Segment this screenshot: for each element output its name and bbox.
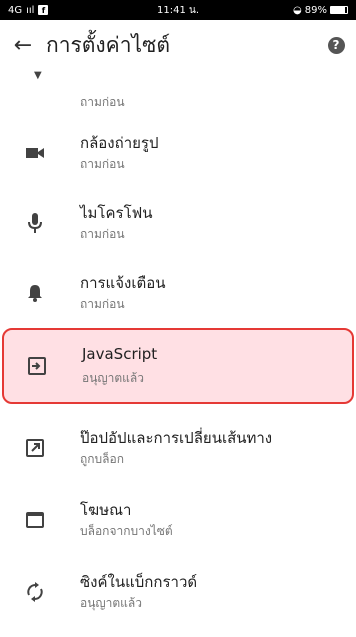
- status-time: 11:41 น.: [156, 4, 199, 16]
- list-item-label: JavaScript: [82, 345, 158, 363]
- list-item-sub: ถามก่อน: [80, 157, 125, 171]
- facebook-notification-icon: f: [38, 5, 49, 15]
- microphone-icon: [24, 212, 46, 234]
- signal-icon: ııl: [26, 4, 35, 16]
- ads-icon: [24, 509, 46, 531]
- wifi-icon: ◒: [293, 4, 302, 16]
- back-arrow-icon[interactable]: ←: [0, 20, 46, 70]
- popup-icon: [24, 437, 46, 459]
- list-item-javascript[interactable]: JavaScript อนุญาตแล้ว: [2, 328, 354, 404]
- list-item-ads[interactable]: โฆษณา บล็อกจากบางไซต์: [0, 485, 356, 555]
- list-item-popups[interactable]: ป๊อปอัปและการเปลี่ยนเส้นทาง ถูกบล็อก: [0, 413, 356, 483]
- list-item-label: ซิงค์ในแบ็กกราวด์: [80, 573, 198, 591]
- list-item-sub: ถามก่อน: [80, 297, 125, 311]
- status-right: ◒ 89%: [228, 5, 348, 16]
- network-type: 4G: [8, 4, 23, 16]
- list-item-label: กล้องถ่ายรูป: [80, 134, 159, 152]
- list-item-sub: อนุญาตแล้ว: [82, 371, 144, 385]
- settings-list: ▼ ถามก่อน กล้องถ่ายรูป ถามก่อน ไมโครโฟน …: [0, 70, 356, 637]
- bell-icon: [24, 282, 46, 304]
- list-item-sub: ถามก่อน: [80, 227, 125, 241]
- camera-icon: [24, 142, 46, 164]
- page-title: การตั้งค่าไซต์: [46, 32, 170, 57]
- list-item-label: โฆษณา: [80, 501, 132, 519]
- sync-icon: [24, 581, 46, 603]
- location-icon: ▼: [34, 70, 42, 81]
- list-item-camera[interactable]: กล้องถ่ายรูป ถามก่อน: [0, 118, 356, 188]
- javascript-icon: [26, 355, 48, 377]
- battery-icon: [330, 6, 348, 14]
- list-item-microphone[interactable]: ไมโครโฟน ถามก่อน: [0, 188, 356, 258]
- status-left: 4G ııl f: [8, 5, 128, 16]
- list-item-label: ไมโครโฟน: [80, 204, 153, 222]
- list-item-background-sync[interactable]: ซิงค์ในแบ็กกราวด์ อนุญาตแล้ว: [0, 557, 356, 627]
- list-item-label: การแจ้งเตือน: [80, 274, 166, 292]
- list-item-sub: ถูกบล็อก: [80, 452, 124, 466]
- list-item-sub: บล็อกจากบางไซต์: [80, 524, 173, 538]
- status-bar: 4G ııl f 11:41 น. ◒ 89%: [0, 0, 356, 20]
- list-item-notifications[interactable]: การแจ้งเตือน ถามก่อน: [0, 258, 356, 328]
- help-icon: ?: [327, 36, 345, 54]
- app-bar: ← การตั้งค่าไซต์ ?: [0, 20, 356, 70]
- list-item-sub: ถามก่อน: [80, 95, 125, 109]
- list-item-location[interactable]: ▼ ถามก่อน: [0, 70, 356, 110]
- list-item-label: ป๊อปอัปและการเปลี่ยนเส้นทาง: [80, 429, 273, 447]
- help-button[interactable]: ?: [316, 20, 356, 70]
- list-item-sub: อนุญาตแล้ว: [80, 596, 142, 610]
- battery-percent: 89%: [304, 4, 327, 16]
